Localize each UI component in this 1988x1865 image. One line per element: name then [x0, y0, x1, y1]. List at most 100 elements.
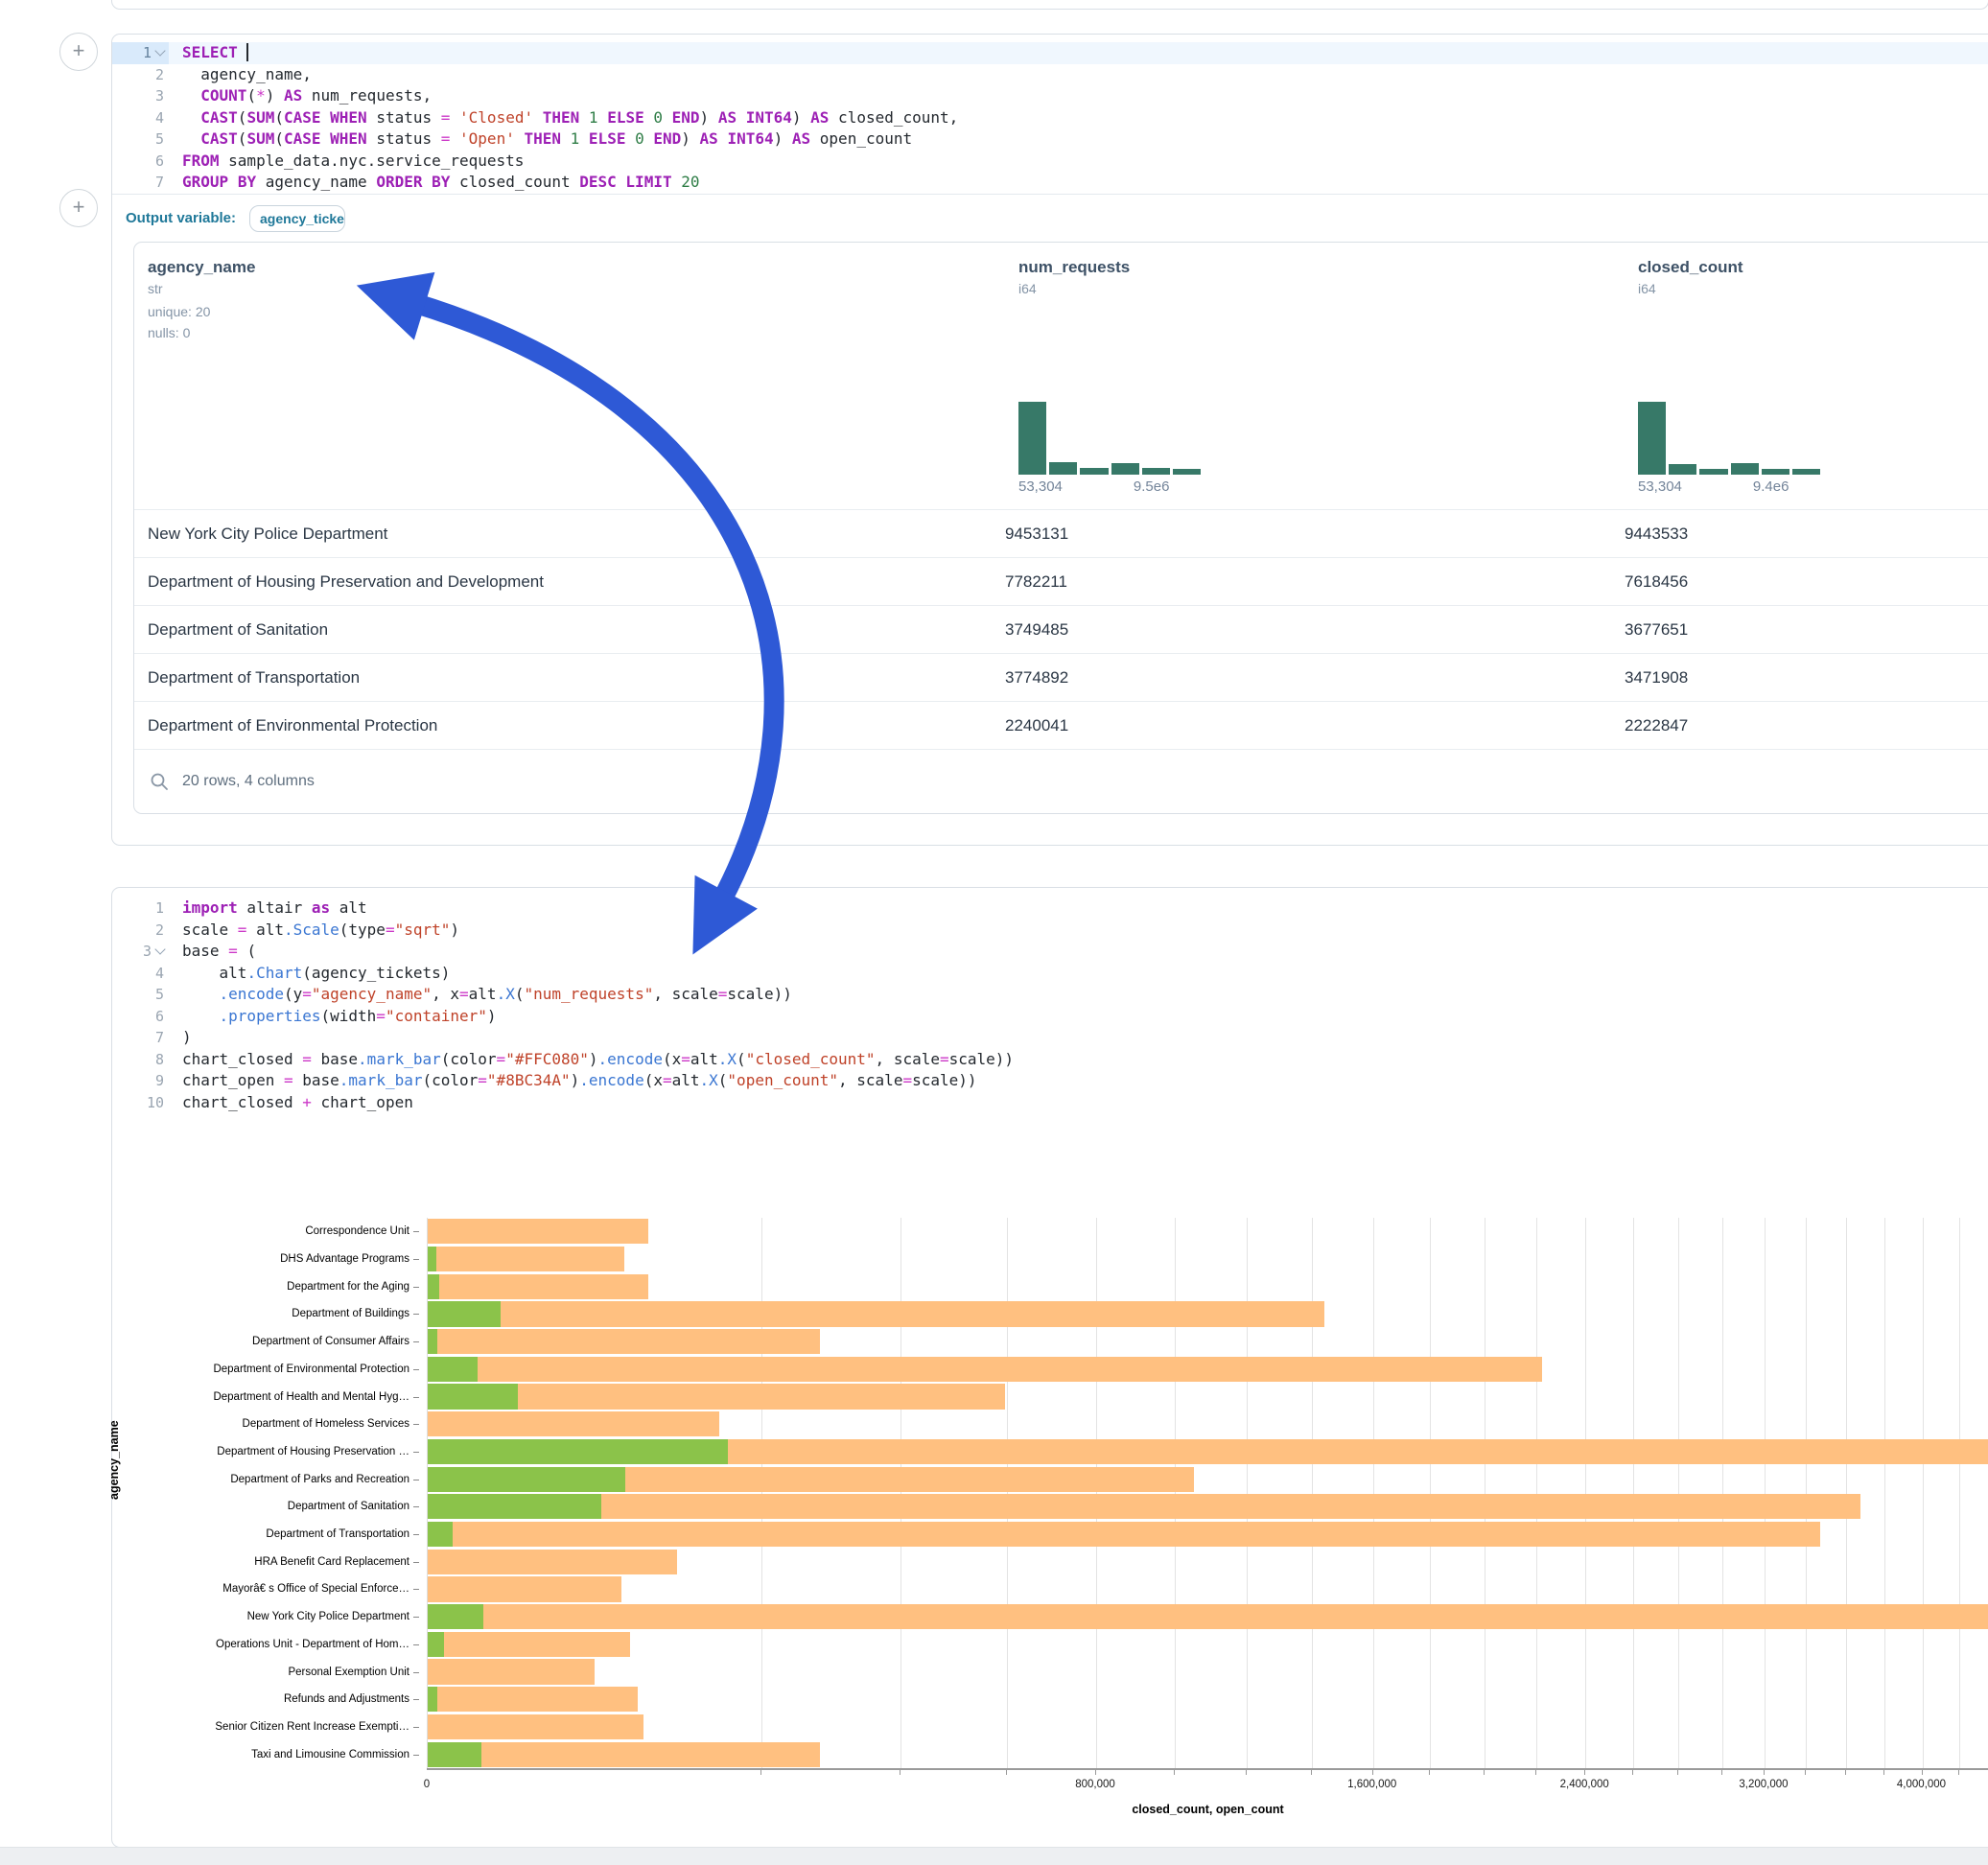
y-category-label: Department of Parks and Recreation: [230, 1474, 409, 1485]
axis-tick: [1922, 1770, 1923, 1775]
axis-tick: [1311, 1770, 1312, 1775]
column-name: num_requests: [1018, 258, 1130, 277]
chevron-down-icon[interactable]: [154, 45, 165, 56]
y-category-label: Department for the Aging: [287, 1281, 409, 1293]
y-axis-tick: [413, 1617, 419, 1618]
table-body: New York City Police Department 9453131 …: [134, 509, 1988, 749]
y-axis-tick: [413, 1287, 419, 1288]
y-category-label: Operations Unit - Department of Hom…: [216, 1639, 409, 1650]
x-tick-label: 4,000,000: [1897, 1779, 1946, 1790]
code-line[interactable]: 7): [112, 1027, 1988, 1049]
code-line[interactable]: 9chart_open = base.mark_bar(color="#8BC3…: [112, 1070, 1988, 1092]
bar-open_count: [428, 1357, 478, 1382]
gridline: [1430, 1218, 1431, 1768]
cell-agency-name: Department of Housing Preservation and D…: [134, 572, 1005, 592]
code-line[interactable]: 4 CAST(SUM(CASE WHEN status = 'Closed' T…: [112, 107, 1988, 129]
cell-agency-name: Department of Environmental Protection: [134, 716, 1005, 735]
code-line[interactable]: 5 CAST(SUM(CASE WHEN status = 'Open' THE…: [112, 128, 1988, 151]
y-category-label: Department of Environmental Protection: [213, 1364, 409, 1375]
x-tick-label: 1,600,000: [1347, 1779, 1396, 1790]
code-line[interactable]: 4 alt.Chart(agency_tickets): [112, 963, 1988, 985]
bar-closed_count: [428, 1494, 1860, 1519]
code-line[interactable]: 2 agency_name,: [112, 64, 1988, 86]
table-row[interactable]: Department of Transportation 3774892 347…: [134, 653, 1988, 701]
previous-cell-edge: [111, 0, 1988, 10]
code-line[interactable]: 10chart_closed + chart_open: [112, 1092, 1988, 1114]
bar-open_count: [428, 1522, 453, 1547]
code-line[interactable]: 1SELECT: [112, 42, 1988, 64]
y-axis-tick: [413, 1562, 419, 1563]
bar-open_count: [428, 1384, 518, 1409]
y-axis-tick: [413, 1452, 419, 1453]
add-cell-button-top[interactable]: +: [59, 33, 98, 71]
bar-open_count: [428, 1439, 728, 1464]
cell-num-requests: 3774892: [1005, 668, 1625, 688]
line-number: 4: [112, 963, 169, 985]
search-icon[interactable]: [150, 772, 169, 791]
bar-open_count: [428, 1632, 444, 1657]
code-line[interactable]: 6 .properties(width="container"): [112, 1006, 1988, 1028]
code-line[interactable]: 8chart_closed = base.mark_bar(color="#FF…: [112, 1049, 1988, 1071]
sql-cell: 1SELECT 2 agency_name,3 COUNT(*) AS num_…: [111, 34, 1988, 846]
column-header-agency_name[interactable]: agency_name strunique: 20 nulls: 0: [148, 243, 435, 509]
result-table: agency_name strunique: 20 nulls: 0 num_re…: [133, 242, 1988, 814]
output-variable-badge[interactable]: agency_tickets: [249, 205, 345, 232]
add-cell-button-output[interactable]: +: [59, 189, 98, 227]
axis-tick: [1883, 1770, 1884, 1775]
bar-closed_count: [428, 1576, 621, 1601]
gridline: [1959, 1218, 1960, 1768]
code-line[interactable]: 2scale = alt.Scale(type="sqrt"): [112, 920, 1988, 942]
column-header-closed_count[interactable]: closed_count i64 53,3049.4e6: [1638, 243, 1926, 509]
code-line[interactable]: 5 .encode(y="agency_name", x=alt.X("num_…: [112, 984, 1988, 1006]
line-number: 2: [112, 64, 169, 86]
column-histogram: [1018, 402, 1201, 475]
bar-open_count: [428, 1247, 436, 1271]
bar-open_count: [428, 1687, 437, 1712]
column-header-num_requests[interactable]: num_requests i64 53,3049.5e6: [1018, 243, 1306, 509]
gridline: [1096, 1218, 1097, 1768]
code-line[interactable]: 1import altair as alt: [112, 898, 1988, 920]
table-row[interactable]: Department of Housing Preservation and D…: [134, 557, 1988, 605]
axis-tick: [1372, 1770, 1373, 1775]
line-number: 9: [112, 1070, 169, 1092]
table-row[interactable]: Department of Sanitation 3749485 3677651: [134, 605, 1988, 653]
code-line[interactable]: 3base = (: [112, 941, 1988, 963]
y-category-label: DHS Advantage Programs: [280, 1253, 409, 1265]
x-tick-label: 800,000: [1075, 1779, 1115, 1790]
axis-tick: [1632, 1770, 1633, 1775]
code-text: FROM sample_data.nyc.service_requests: [169, 151, 1988, 173]
sql-code-editor[interactable]: 1SELECT 2 agency_name,3 COUNT(*) AS num_…: [112, 35, 1988, 194]
axis-tick: [1174, 1770, 1175, 1775]
python-code-editor[interactable]: 1import altair as alt2scale = alt.Scale(…: [112, 888, 1988, 1113]
table-row[interactable]: Department of Environmental Protection 2…: [134, 701, 1988, 749]
bar-closed_count: [428, 1687, 638, 1712]
code-line[interactable]: 3 COUNT(*) AS num_requests,: [112, 85, 1988, 107]
axis-tick: [1958, 1770, 1959, 1775]
axis-tick: [1764, 1770, 1765, 1775]
code-text: agency_name,: [169, 64, 1988, 86]
code-line[interactable]: 7GROUP BY agency_name ORDER BY closed_co…: [112, 172, 1988, 194]
line-number: 3: [112, 941, 169, 963]
column-stat: unique: 20: [148, 304, 210, 319]
y-axis-tick: [413, 1314, 419, 1315]
y-axis-tick: [413, 1755, 419, 1756]
code-line[interactable]: 6FROM sample_data.nyc.service_requests: [112, 151, 1988, 173]
table-row-count: 20 rows, 4 columns: [182, 773, 315, 790]
code-text: COUNT(*) AS num_requests,: [169, 85, 1988, 107]
code-text: scale = alt.Scale(type="sqrt"): [169, 920, 1988, 942]
gridline: [1806, 1218, 1807, 1768]
table-row[interactable]: New York City Police Department 9453131 …: [134, 509, 1988, 557]
line-number: 8: [112, 1049, 169, 1071]
line-number: 6: [112, 1006, 169, 1028]
line-number: 1: [112, 898, 169, 920]
cell-num-requests: 2240041: [1005, 716, 1625, 735]
y-category-label: Correspondence Unit: [305, 1225, 409, 1237]
x-tick-label: 2,400,000: [1560, 1779, 1609, 1790]
output-variable-label: Output variable:: [126, 210, 236, 226]
chevron-down-icon[interactable]: [154, 944, 165, 954]
cell-agency-name: Department of Sanitation: [134, 620, 1005, 640]
y-axis-tick: [413, 1424, 419, 1425]
line-number: 4: [112, 107, 169, 129]
chart-y-axis-title: agency_name: [107, 1420, 121, 1500]
bar-open_count: [428, 1742, 481, 1767]
